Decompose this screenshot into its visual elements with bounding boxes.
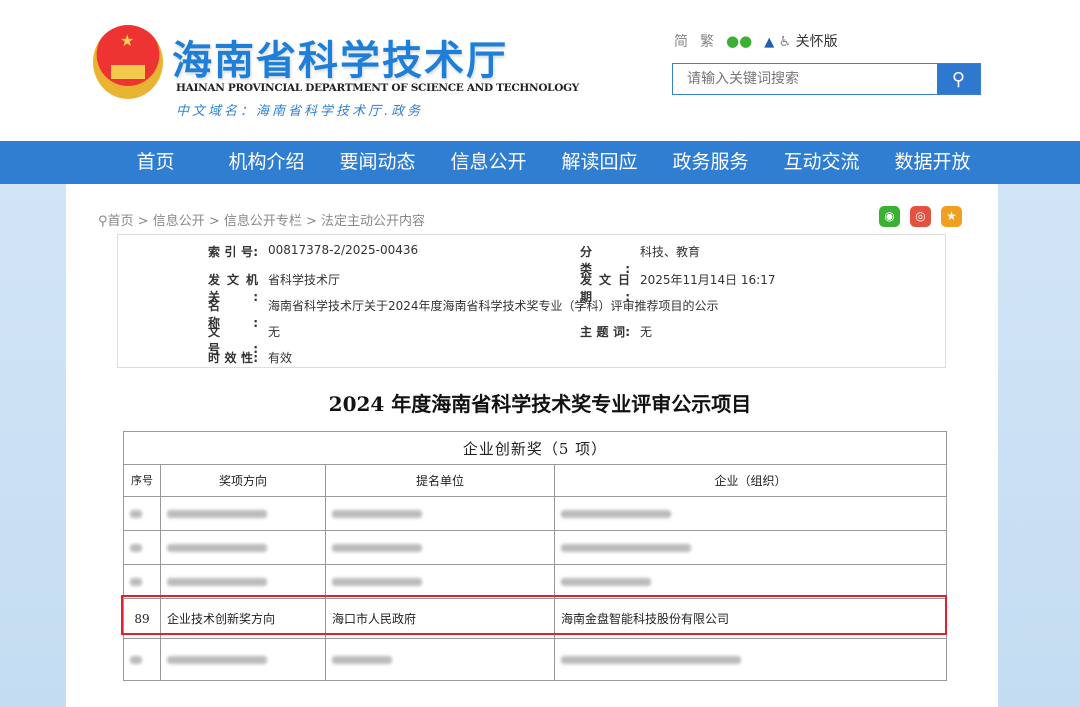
nav-about[interactable]: 机构介绍 — [211, 141, 322, 184]
index-value: 00817378-2/2025-00436 — [268, 243, 419, 257]
header-no: 序号 — [123, 464, 161, 497]
favorite-star-icon[interactable]: ★ — [941, 206, 962, 227]
index-label: 索 引 号: — [208, 245, 258, 259]
site-title[interactable]: 海南省科学技术厅 — [172, 28, 508, 86]
search-icon: ⚲ — [951, 68, 966, 89]
search-box: ⚲ — [672, 63, 981, 95]
validity-value: 有效 — [268, 351, 293, 365]
document-meta: 索 引 号: 00817378-2/2025-00436 分 类: 科技、教育 发文… — [117, 234, 946, 368]
topic-label: 主 题 词: — [580, 325, 630, 339]
validity-label: 时 效 性: — [208, 351, 258, 365]
row-no: 89 — [123, 598, 161, 639]
nav-data[interactable]: 数据开放 — [877, 141, 988, 184]
topic-value: 无 — [640, 325, 653, 339]
table-caption: 企业创新奖（5 项） — [123, 431, 947, 465]
nav-interaction[interactable]: 互动交流 — [766, 141, 877, 184]
wechat-icon[interactable]: ●● — [726, 32, 752, 50]
main-nav: 首页 机构介绍 要闻动态 信息公开 解读回应 政务服务 互动交流 数据开放 — [0, 141, 1080, 184]
share-weibo-icon[interactable]: ◎ — [910, 206, 931, 227]
robot-icon[interactable]: ▲ — [764, 35, 774, 50]
national-emblem-icon: ★ — [93, 25, 163, 99]
table-row-blurred — [123, 564, 947, 599]
nav-disclosure[interactable]: 信息公开 — [433, 141, 544, 184]
table-row-blurred — [123, 496, 947, 531]
nav-services[interactable]: 政务服务 — [655, 141, 766, 184]
nav-news[interactable]: 要闻动态 — [322, 141, 433, 184]
award-table: 企业创新奖（5 项） 序号 奖项方向 提名单位 企业（组织） 89 企业技术创新… — [123, 431, 947, 681]
nav-interpretation[interactable]: 解读回应 — [544, 141, 655, 184]
site-header: ★ 海南省科学技术厅 HAINAN PROVINCIAL DEPARTMENT … — [0, 0, 1080, 141]
accessibility-icon[interactable]: ♿ — [779, 34, 792, 50]
table-row-blurred — [123, 638, 947, 681]
search-button[interactable]: ⚲ — [937, 64, 980, 94]
header-direction: 奖项方向 — [160, 464, 326, 497]
row-enterprise: 海南金盘智能科技股份有限公司 — [554, 598, 947, 639]
care-mode-link[interactable]: 关怀版 — [796, 34, 838, 50]
row-nominator: 海口市人民政府 — [325, 598, 555, 639]
row-direction: 企业技术创新奖方向 — [160, 598, 326, 639]
traditional-link[interactable]: 繁 — [700, 31, 714, 51]
header-enterprise: 企业（组织） — [554, 464, 947, 497]
search-input[interactable] — [673, 64, 937, 94]
share-wechat-icon[interactable]: ◉ — [879, 206, 900, 227]
breadcrumb: ⚲首页 > 信息公开 > 信息公开专栏 > 法定主动公开内容 — [98, 214, 426, 229]
table-row-blurred — [123, 530, 947, 565]
header-nominator: 提名单位 — [325, 464, 555, 497]
site-title-en: HAINAN PROVINCIAL DEPARTMENT OF SCIENCE … — [176, 82, 579, 94]
simplified-link[interactable]: 简 — [674, 31, 688, 51]
location-icon: ⚲ — [98, 214, 108, 229]
document-title: 2024 年度海南省科学技术奖专业评审公示项目 — [328, 392, 752, 416]
site-domain: 中文域名：海南省科学技术厅.政务 — [176, 104, 424, 119]
nav-home[interactable]: 首页 — [100, 141, 211, 184]
table-row-highlighted: 89 企业技术创新奖方向 海口市人民政府 海南金盘智能科技股份有限公司 — [123, 598, 947, 639]
